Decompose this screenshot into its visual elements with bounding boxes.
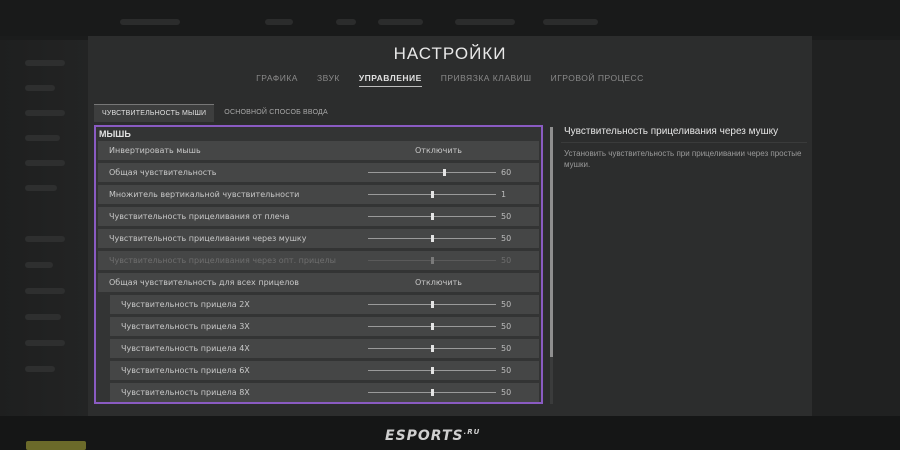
slider-handle — [430, 257, 434, 264]
setting-row[interactable]: Инвертировать мышь Отключить — [98, 141, 539, 160]
setting-row[interactable]: Чувствительность прицела 4X 50 — [110, 339, 539, 358]
slider-value: 50 — [501, 212, 512, 221]
tab-sound[interactable]: ЗВУК — [317, 73, 340, 87]
setting-label: Инвертировать мышь — [109, 146, 201, 155]
slider-handle[interactable] — [430, 191, 434, 198]
setting-row[interactable]: Чувствительность прицела 2X 50 — [110, 295, 539, 314]
main-tabs: ГРАФИКА ЗВУК УПРАВЛЕНИЕ ПРИВЯЗКА КЛАВИШ … — [88, 73, 812, 87]
setting-toggle-value[interactable]: Отключить — [415, 141, 462, 160]
slider-value: 50 — [501, 344, 512, 353]
setting-row[interactable]: Чувствительность прицеливания через мушк… — [98, 229, 539, 248]
subtab-mouse-sensitivity[interactable]: ЧУВСТВИТЕЛЬНОСТЬ МЫШИ — [94, 104, 215, 122]
slider-handle[interactable] — [430, 367, 434, 374]
tab-keybindings[interactable]: ПРИВЯЗКА КЛАВИШ — [441, 73, 532, 87]
slider-track[interactable] — [368, 323, 496, 330]
background-left-menu — [0, 40, 88, 450]
tab-gameplay[interactable]: ИГРОВОЙ ПРОЦЕСС — [551, 73, 644, 87]
window-title: НАСТРОЙКИ — [393, 44, 507, 63]
slider-value: 50 — [501, 366, 512, 375]
description-title: Чувствительность прицеливания через мушк… — [564, 126, 779, 137]
setting-label: Чувствительность прицела 4X — [121, 344, 250, 353]
slider-track — [368, 257, 496, 264]
slider-track[interactable] — [368, 367, 496, 374]
subtab-primary-input[interactable]: ОСНОВНОЙ СПОСОБ ВВОДА — [216, 104, 336, 122]
setting-label: Общая чувствительность для всех прицелов — [109, 278, 299, 287]
slider-handle[interactable] — [430, 323, 434, 330]
slider-track[interactable] — [368, 213, 496, 220]
tab-graphics[interactable]: ГРАФИКА — [256, 73, 298, 87]
setting-toggle-value[interactable]: Отключить — [415, 273, 462, 292]
setting-label: Чувствительность прицела 3X — [121, 322, 250, 331]
slider-value: 50 — [501, 300, 512, 309]
sub-tabs: ЧУВСТВИТЕЛЬНОСТЬ МЫШИ ОСНОВНОЙ СПОСОБ ВВ… — [94, 104, 336, 122]
background-yellow-button — [26, 441, 86, 450]
setting-row[interactable]: Общая чувствительность для всех прицелов… — [98, 273, 539, 292]
setting-row[interactable]: Чувствительность прицела 3X 50 — [110, 317, 539, 336]
setting-row[interactable]: Чувствительность прицела 8X 50 — [110, 383, 539, 402]
slider-handle[interactable] — [430, 389, 434, 396]
slider-handle[interactable] — [443, 169, 447, 176]
settings-window: НАСТРОЙКИ ГРАФИКА ЗВУК УПРАВЛЕНИЕ ПРИВЯЗ… — [88, 36, 812, 416]
setting-label: Чувствительность прицела 2X — [121, 300, 250, 309]
slider-track[interactable] — [368, 345, 496, 352]
setting-label: Чувствительность прицела 8X — [121, 388, 250, 397]
slider-track[interactable] — [368, 169, 496, 176]
background-right — [812, 40, 900, 420]
setting-label: Чувствительность прицела 6X — [121, 366, 250, 375]
slider-value: 50 — [501, 388, 512, 397]
slider-track[interactable] — [368, 389, 496, 396]
slider-value: 50 — [501, 256, 512, 265]
setting-label: Чувствительность прицеливания от плеча — [109, 212, 290, 221]
slider-handle[interactable] — [430, 301, 434, 308]
slider-track[interactable] — [368, 301, 496, 308]
slider-handle[interactable] — [430, 345, 434, 352]
mouse-settings-list: МЫШЬ Инвертировать мышь Отключить Общая чу… — [94, 125, 543, 404]
slider-value: 1 — [501, 190, 507, 199]
setting-label: Чувствительность прицеливания через мушк… — [109, 234, 307, 243]
slider-value: 50 — [501, 322, 512, 331]
setting-row[interactable]: Чувствительность прицеливания от плеча 50 — [98, 207, 539, 226]
setting-row[interactable]: Множитель вертикальной чувствительности 1 — [98, 185, 539, 204]
setting-row: Чувствительность прицеливания через опт.… — [98, 251, 539, 270]
scrollbar-thumb[interactable] — [550, 127, 553, 357]
setting-row[interactable]: Общая чувствительность 60 — [98, 163, 539, 182]
background-top-bar — [0, 0, 900, 36]
section-title: МЫШЬ — [99, 129, 131, 139]
slider-handle[interactable] — [430, 213, 434, 220]
slider-handle[interactable] — [430, 235, 434, 242]
setting-label: Общая чувствительность — [109, 168, 217, 177]
slider-value: 50 — [501, 234, 512, 243]
description-text: Установить чувствительность при прицелив… — [564, 149, 802, 169]
setting-label: Множитель вертикальной чувствительности — [109, 190, 300, 199]
setting-row[interactable]: Чувствительность прицела 6X 50 — [110, 361, 539, 380]
watermark-logo: ESPORTS.RU — [385, 428, 481, 444]
settings-scrollbar[interactable] — [550, 127, 553, 404]
setting-label: Чувствительность прицеливания через опт.… — [109, 256, 336, 265]
tab-controls[interactable]: УПРАВЛЕНИЕ — [358, 73, 422, 87]
description-divider — [561, 142, 807, 143]
slider-track[interactable] — [368, 235, 496, 242]
slider-value: 60 — [501, 168, 512, 177]
slider-track[interactable] — [368, 191, 496, 198]
